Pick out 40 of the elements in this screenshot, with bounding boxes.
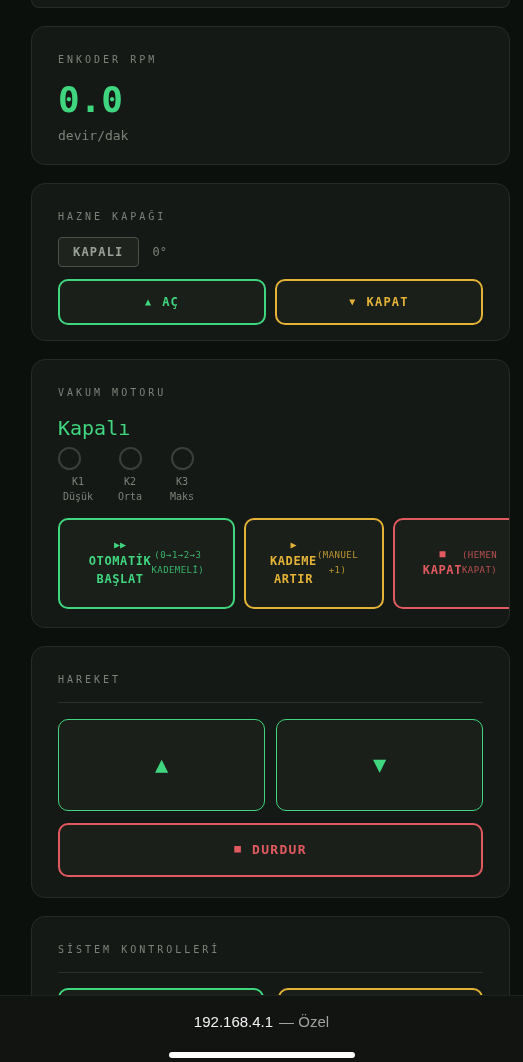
rpm-value: 0.0 [58, 80, 125, 120]
button-label: AÇ [162, 293, 180, 311]
section-title: ENKODER RPM [58, 54, 158, 65]
section-title: HAREKET [58, 673, 122, 685]
motor-button[interactable]: ■ KAPAT (HEMEN KAPAT) [393, 517, 509, 609]
button-label: KAPAT [366, 293, 409, 311]
down-triangle-icon: ▼ [349, 294, 357, 309]
section-title: SİSTEM KONTROLLERİ [58, 943, 221, 955]
move-up-button[interactable]: ▲ [58, 718, 265, 811]
play-icon: ▶ [290, 538, 297, 552]
stage-code: K2 [123, 474, 136, 489]
motor-state: Kapalı [58, 414, 132, 442]
move-down-button[interactable]: ▼ [276, 718, 483, 811]
browsing-mode: — Özel [279, 1012, 330, 1032]
section-title: HAZNE KAPAĞI [58, 210, 167, 222]
stop-button[interactable]: ■ DURDUR [58, 822, 483, 877]
open-button[interactable]: ▲ AÇ [58, 278, 266, 325]
status-badge: KAPALI [58, 236, 139, 267]
stage-name: Orta [117, 489, 143, 504]
url-text[interactable]: 192.168.4.1 [193, 1011, 274, 1034]
button-label: KADEME ARTIR [269, 553, 317, 588]
button-note: (HEMEN KAPAT) [461, 549, 498, 577]
stage-name: Düşük [62, 489, 94, 504]
stage-code: K1 [71, 474, 84, 489]
home-indicator[interactable] [168, 1051, 355, 1058]
stop-square-icon: ■ [234, 841, 243, 858]
close-button[interactable]: ▼ KAPAT [275, 278, 483, 325]
angle-reading: 0° [152, 243, 167, 261]
button-label: KAPAT [422, 562, 462, 579]
button-note: (MANUEL +1) [316, 549, 358, 577]
button-label: DURDUR [252, 840, 307, 859]
stage-code: K3 [175, 474, 188, 489]
button-label: OTOMATİK BAŞLAT [88, 552, 152, 588]
play-icon: ▶▶ [114, 538, 127, 552]
stop-square-icon: ■ [439, 547, 446, 561]
section-title: VAKUM MOTORU [58, 386, 167, 398]
stage-name: Maks [169, 489, 195, 504]
button-note: (0→1→2→3 KADEMELİ) [151, 549, 205, 577]
rpm-unit: devir/dak [58, 127, 130, 145]
up-triangle-icon: ▲ [144, 294, 153, 309]
